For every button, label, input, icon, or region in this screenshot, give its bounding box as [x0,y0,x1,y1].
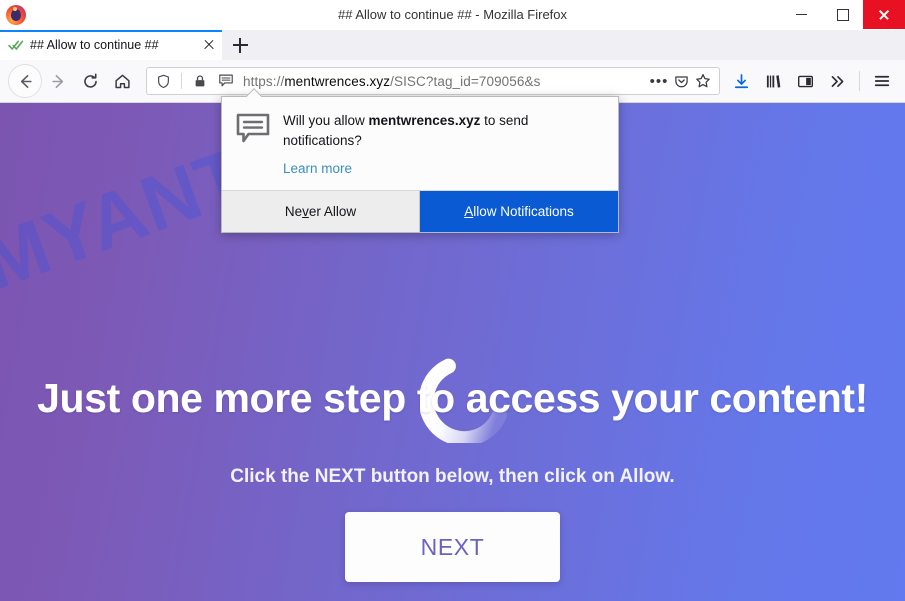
url-scheme: https:// [243,73,285,89]
tracking-protection-shield-icon[interactable] [152,70,174,92]
popup-message-prefix: Will you allow [283,113,369,128]
library-button[interactable] [758,66,788,96]
allow-notifications-button[interactable]: Allow Notifications [420,191,618,233]
home-icon [114,74,130,88]
minimize-icon [796,14,807,15]
learn-more-link[interactable]: Learn more [283,161,352,176]
popup-body: Will you allow mentwrences.xyz to send n… [222,97,618,190]
page-headline: Just one more step to access your conten… [37,375,868,421]
identity-box[interactable] [152,70,237,92]
url-text[interactable]: https://mentwrences.xyz/SISC?tag_id=7090… [243,74,648,89]
popup-message-host: mentwrences.xyz [368,113,481,128]
never-allow-label-a: Ne [284,204,303,220]
popup-message: Will you allow mentwrences.xyz to send n… [283,111,602,150]
popup-actions: Ne v er Allow Allow Notifications [222,190,618,233]
close-icon [878,9,890,21]
page-subline: Click the NEXT button below, then click … [230,466,675,487]
window-controls [781,0,905,29]
forward-arrow-icon [51,74,63,88]
notification-bubble-icon [236,113,270,145]
browser-window: ## Allow to continue ## - Mozilla Firefo… [0,0,905,601]
hamburger-menu-icon [874,75,890,87]
download-arrow-icon [734,73,748,88]
page-actions-icon[interactable]: ••• [648,70,670,92]
sidebar-panel-icon [797,75,813,87]
reload-button[interactable] [74,65,106,97]
tab-title: ## Allow to continue ## [30,38,159,52]
tab-strip: ## Allow to continue ## [0,30,905,60]
back-arrow-icon [20,74,32,88]
reload-icon [83,72,97,88]
browser-tab[interactable]: ## Allow to continue ## [0,30,222,60]
window-title: ## Allow to continue ## - Mozilla Firefo… [337,7,568,22]
identity-separator [181,73,182,89]
bookmark-star-icon[interactable] [692,70,714,92]
home-button[interactable] [106,65,138,97]
padlock-icon[interactable] [189,70,211,92]
popup-arrow [246,88,262,97]
downloads-button[interactable] [726,66,756,96]
toolbar-separator [859,71,860,91]
next-button[interactable]: NEXT [345,512,560,582]
never-allow-button[interactable]: Ne v er Allow [222,191,420,233]
maximize-icon [836,8,849,21]
popup-text: Will you allow mentwrences.xyz to send n… [283,111,602,178]
pocket-icon[interactable] [670,70,692,92]
url-path: /SISC?tag_id=709056&s [390,73,541,89]
close-tab-icon[interactable] [200,36,218,54]
never-allow-label-b: er Allow [308,204,357,220]
url-bar[interactable]: https://mentwrences.xyz/SISC?tag_id=7090… [146,67,720,95]
toolbar-right-buttons [726,66,897,96]
window-titlebar: ## Allow to continue ## - Mozilla Firefo… [0,0,905,31]
never-allow-accesskey: v [302,204,309,220]
new-tab-button[interactable] [222,30,258,60]
green-double-check-icon [8,37,24,53]
chevron-double-right-icon [831,75,843,87]
firefox-logo-icon [5,4,27,26]
forward-button[interactable] [42,65,74,97]
close-window-button[interactable] [863,0,905,29]
minimize-button[interactable] [781,0,822,29]
notification-permission-popup: Will you allow mentwrences.xyz to send n… [221,96,619,234]
sidebar-button[interactable] [790,66,820,96]
allow-label: llow Notifications [473,204,574,220]
notification-permission-icon[interactable] [215,70,237,92]
overflow-button[interactable] [822,66,852,96]
allow-accesskey: A [464,204,474,220]
app-menu-button[interactable] [867,66,897,96]
back-button[interactable] [8,64,42,98]
library-books-icon [766,74,780,88]
url-host: mentwrences.xyz [284,73,391,89]
maximize-button[interactable] [822,0,863,29]
